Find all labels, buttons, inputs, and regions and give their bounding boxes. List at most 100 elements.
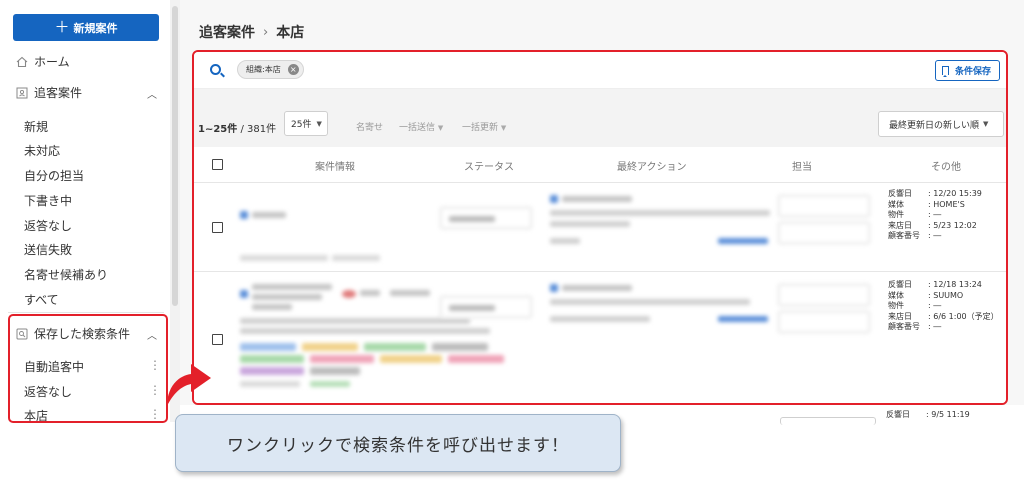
other-info: 反響日: 9/5 11:19 [886, 410, 970, 421]
row-checkbox[interactable] [212, 222, 223, 233]
page-title: 本店 [276, 25, 305, 41]
sidebar-section-tracking[interactable]: 追客案件 [16, 84, 82, 101]
other-line: 物件 : ― [888, 210, 982, 221]
other-line: 来店日 : 5/23 12:02 [888, 221, 982, 232]
breadcrumb-parent[interactable]: 追客案件 [199, 22, 255, 42]
column-header-other: その他 [931, 162, 961, 173]
other-line: 来店日 : 6/6 1:00（予定） [888, 312, 999, 323]
search-icon[interactable] [210, 64, 221, 75]
case-list-panel: 組織:本店 × 条件保存 1~25件 / 381件 25件 ▼ 名寄せ 一括送信… [192, 50, 1008, 405]
caret-down-icon: ▼ [500, 124, 507, 132]
other-key: 来店日 [888, 220, 912, 230]
column-header-status: ステータス [464, 162, 514, 173]
other-line: 物件: ― [888, 301, 999, 312]
sort-select[interactable]: 最終更新日の新しい順 ▼ [878, 111, 1004, 137]
other-line: 顧客番号 : ― [888, 322, 999, 333]
filter-chip-label: 組織:本店 [246, 65, 281, 74]
other-key: 顧客番号 [888, 322, 920, 331]
status-select[interactable] [440, 207, 532, 229]
result-count: 1~25件 / 381件 [198, 120, 276, 135]
save-condition-button[interactable]: 条件保存 [934, 60, 1000, 81]
other-value: : SUUMO [928, 290, 964, 300]
assignee-select[interactable] [780, 417, 876, 425]
breadcrumb: 追客案件 › 本店 [199, 22, 304, 42]
bookmark-icon [941, 66, 949, 77]
other-value: : 12/18 13:24 [928, 280, 982, 289]
other-key: 反響日 [888, 189, 912, 198]
bulk-send-button[interactable]: 一括送信 ▼ [399, 120, 443, 133]
other-value: : 6/6 1:00（予定） [928, 311, 999, 321]
assignee-select[interactable] [778, 195, 870, 217]
row-checkbox[interactable] [212, 334, 223, 345]
sidebar-item-all[interactable]: すべて [24, 291, 59, 308]
result-range: 1~25件 [198, 124, 238, 135]
sidebar-scrollbar[interactable] [172, 6, 178, 306]
last-action-redacted [550, 193, 780, 253]
other-value: : ― [928, 322, 942, 331]
other-line: 媒体 : SUUMO [888, 291, 999, 302]
sidebar-item-send-failed[interactable]: 送信失敗 [24, 241, 72, 258]
other-value: : ― [928, 301, 942, 310]
chevron-up-icon[interactable]: ︿ [147, 86, 157, 101]
caret-down-icon: ▼ [983, 120, 989, 128]
sort-value: 最終更新日の新しい順 [889, 120, 980, 131]
last-action-redacted [550, 282, 780, 342]
filter-chip[interactable]: 組織:本店 × [237, 60, 304, 79]
caret-down-icon: ▼ [316, 119, 322, 128]
select-all-checkbox[interactable] [212, 159, 223, 170]
other-value: : ― [928, 210, 942, 219]
home-icon [16, 56, 28, 67]
close-icon[interactable]: × [287, 64, 299, 75]
other-line: 反響日 : 12/18 13:24 [888, 280, 999, 291]
sidebar-item-mine[interactable]: 自分の担当 [24, 167, 84, 184]
column-header-case-info: 案件情報 [315, 162, 355, 173]
table-header: 案件情報 ステータス 最終アクション 担当 その他 [194, 147, 1006, 183]
table-row[interactable]: 反響日 : 12/20 15:39 媒体 : HOME'S 物件 : ― 来店日 : 5… [194, 183, 1006, 272]
assignee-select[interactable] [778, 284, 870, 306]
sidebar-item-unhandled[interactable]: 未対応 [24, 142, 60, 159]
assignee-select[interactable] [778, 222, 870, 244]
other-line: 媒体 : HOME'S [888, 200, 982, 211]
new-case-label: 新規案件 [73, 21, 118, 35]
save-condition-label: 条件保存 [954, 67, 991, 77]
other-value: : 9/5 11:19 [926, 410, 970, 419]
result-total: / 381件 [240, 124, 277, 135]
bulk-send-label: 一括送信 [399, 123, 436, 133]
other-key: 媒体 [888, 290, 904, 300]
other-info: 反響日 : 12/20 15:39 媒体 : HOME'S 物件 : ― 来店日 : 5… [888, 189, 982, 242]
sidebar-item-new[interactable]: 新規 [24, 118, 48, 135]
other-key: 来店日 [888, 311, 912, 321]
divider [8, 312, 164, 313]
sidebar-item-drafts[interactable]: 下書き中 [24, 192, 72, 209]
status-select[interactable] [440, 296, 532, 318]
other-key: 反響日 [888, 280, 912, 289]
bulk-update-button[interactable]: 一括更新 ▼ [462, 120, 506, 133]
other-key: 顧客番号 [888, 231, 920, 240]
merge-button[interactable]: 名寄せ [356, 120, 383, 133]
other-key: 媒体 [888, 199, 904, 209]
new-case-button[interactable]: ＋ 新規案件 [13, 14, 159, 41]
bulk-update-label: 一括更新 [462, 123, 499, 133]
other-line: 反響日 : 12/20 15:39 [888, 189, 982, 200]
case-info-redacted [240, 193, 400, 273]
other-value: : 5/23 12:02 [928, 220, 977, 230]
per-page-value: 25件 [291, 120, 312, 130]
sidebar-item-home[interactable]: ホーム [16, 53, 70, 70]
other-info: 反響日 : 12/18 13:24 媒体 : SUUMO 物件: ― 来店日 : 6/… [888, 280, 999, 333]
saved-search-highlight [8, 314, 168, 423]
assignee-select[interactable] [778, 311, 870, 333]
callout-text: ワンクリックで検索条件を呼び出せます！ [227, 435, 569, 456]
sidebar-section-label: 追客案件 [34, 86, 83, 100]
column-header-last-action: 最終アクション [617, 162, 687, 173]
list-toolbar: 1~25件 / 381件 25件 ▼ 名寄せ 一括送信 ▼ 一括更新 ▼ 最終更… [194, 89, 1006, 147]
caret-down-icon: ▼ [437, 124, 444, 132]
red-arrow-icon [167, 364, 211, 406]
other-value: : HOME'S [928, 199, 965, 209]
other-key: 物件 [888, 210, 904, 219]
sidebar-item-merge-candidates[interactable]: 名寄せ候補あり [24, 266, 108, 283]
other-value: : 12/20 15:39 [928, 189, 982, 198]
search-bar[interactable]: 組織:本店 × 条件保存 [194, 52, 1006, 89]
table-row[interactable]: 反響日 : 12/18 13:24 媒体 : SUUMO 物件: ― 来店日 : 6/… [194, 272, 1006, 403]
per-page-select[interactable]: 25件 ▼ [284, 111, 328, 136]
sidebar-item-no-reply[interactable]: 返答なし [24, 217, 72, 234]
